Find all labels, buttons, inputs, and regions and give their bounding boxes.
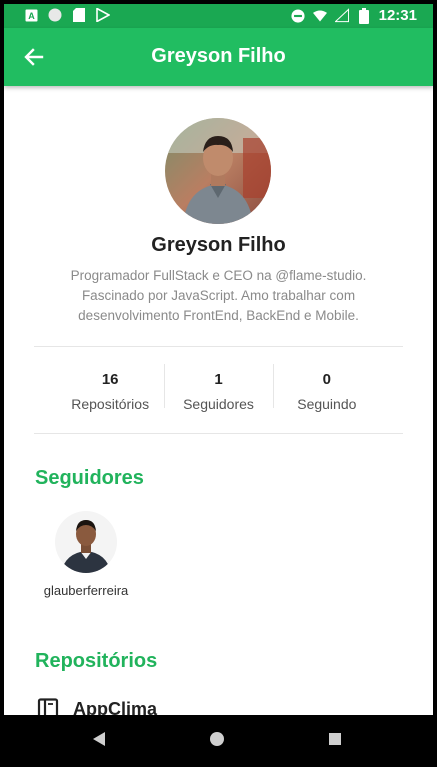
wifi-icon — [312, 9, 327, 23]
follower-avatar — [55, 511, 117, 573]
app-bar: Greyson Filho — [4, 28, 433, 86]
status-left-icons: A — [24, 8, 110, 22]
divider-bottom — [34, 433, 403, 434]
stat-value: 1 — [214, 371, 223, 388]
recents-square-icon — [329, 733, 341, 745]
stat-followers[interactable]: 1 Seguidores — [164, 362, 272, 412]
repo-item[interactable]: AppClima — [37, 698, 157, 715]
follower-item[interactable]: glauberferreira — [34, 511, 138, 598]
followers-section-title: Seguidores — [35, 467, 144, 489]
nav-home-button[interactable] — [207, 729, 227, 749]
svg-text:A: A — [28, 11, 35, 21]
status-bar: A 12:31 — [4, 4, 433, 28]
home-circle-icon — [210, 732, 224, 746]
navigation-bar — [4, 715, 433, 763]
book-icon — [37, 698, 59, 715]
profile-bio: Programador FullStack e CEO na @flame-st… — [70, 268, 367, 323]
signal-icon — [334, 8, 349, 23]
phone-screen: A 12:31 Greyson Filho Greyson Filho Prog… — [4, 4, 433, 763]
stat-following[interactable]: 0 Seguindo — [272, 362, 381, 412]
sd-card-icon — [72, 8, 86, 22]
status-right-icons: 12:31 — [291, 7, 417, 24]
stat-value: 16 — [101, 371, 119, 388]
a-box-icon: A — [24, 8, 38, 22]
status-time: 12:31 — [378, 7, 417, 24]
profile-name: Greyson Filho — [151, 234, 286, 256]
do-not-disturb-icon — [291, 8, 305, 23]
stat-label: Seguindo — [297, 396, 357, 412]
repos-section-title: Repositórios — [35, 650, 158, 672]
nav-back-button[interactable] — [89, 729, 109, 749]
play-store-icon — [96, 8, 110, 22]
profile-content: Greyson Filho Programador FullStack e CE… — [4, 86, 433, 715]
app-bar-title: Greyson Filho — [151, 45, 286, 67]
stat-label: Repositórios — [71, 396, 150, 412]
stat-value: 0 — [322, 371, 331, 388]
circle-icon — [48, 8, 62, 22]
back-triangle-icon — [93, 732, 105, 746]
stat-repositories[interactable]: 16 Repositórios — [56, 362, 164, 412]
battery-icon — [357, 7, 371, 24]
stats-row: 16 Repositórios 1 Seguidores 0 Seguindo — [56, 362, 381, 412]
follower-username: glauberferreira — [43, 583, 129, 598]
nav-recents-button[interactable] — [325, 729, 345, 749]
repo-name: AppClima — [73, 698, 158, 716]
divider-top — [34, 346, 403, 347]
profile-avatar — [165, 118, 271, 224]
stat-label: Seguidores — [183, 396, 254, 412]
